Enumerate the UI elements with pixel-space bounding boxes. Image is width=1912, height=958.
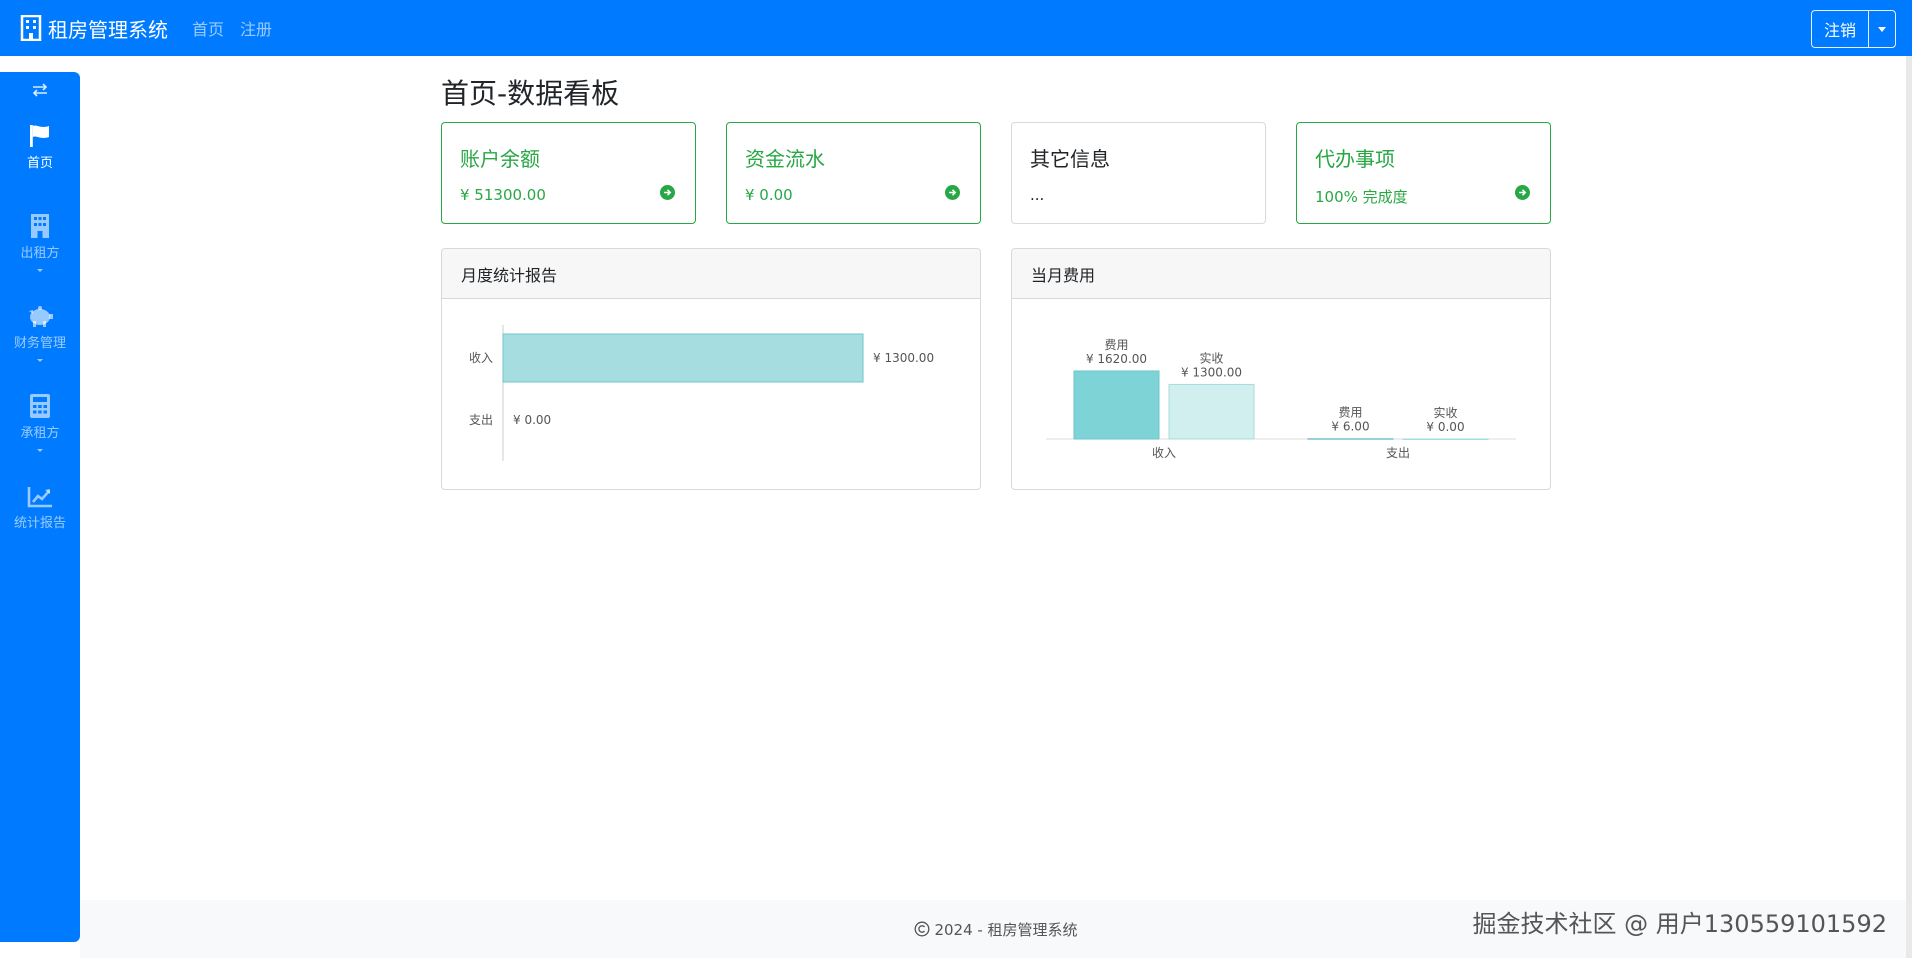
- copyright-icon: [914, 921, 930, 937]
- card-title: 账户余额: [460, 147, 540, 171]
- card-value: ...: [1030, 186, 1045, 204]
- card-todo: 代办事项 100% 完成度: [1296, 122, 1551, 224]
- card-value: 100% 完成度: [1315, 188, 1408, 206]
- monthly-report-panel: 月度统计报告 收入 ¥ 1300.00 支出 ¥ 0.00: [441, 248, 981, 490]
- arrow-right-circle-icon[interactable]: [1515, 185, 1530, 200]
- bar: [1402, 438, 1489, 440]
- building-icon: [20, 15, 42, 41]
- data-label: ¥ 0.00: [513, 413, 551, 427]
- watermark: 掘金技术社区 @ 用户130559101592: [1472, 910, 1888, 938]
- bar: [1168, 383, 1255, 440]
- sidebar-item-tenant[interactable]: 承租方: [0, 380, 80, 470]
- flag-icon: [28, 122, 52, 148]
- card-account-balance: 账户余额 ¥ 51300.00: [441, 122, 696, 224]
- category-label: 支出: [469, 413, 493, 427]
- data-label: ¥ 1620.00: [1086, 352, 1147, 366]
- category-label: 收入: [1152, 446, 1176, 460]
- card-value: ¥ 51300.00: [460, 186, 546, 204]
- chart-line-icon: [27, 482, 53, 508]
- bar: [1307, 438, 1394, 440]
- brand[interactable]: 租房管理系统: [20, 14, 168, 43]
- chevron-down-icon: [1878, 26, 1886, 32]
- logout-button[interactable]: 注销: [1812, 11, 1869, 47]
- nav-link-register[interactable]: 注册: [240, 16, 272, 40]
- chevron-down-icon: [37, 269, 43, 272]
- sidebar-item-label: 财务管理: [13, 336, 66, 351]
- card-cash-flow: 资金流水 ¥ 0.00: [726, 122, 981, 224]
- category-label: 收入: [469, 351, 493, 365]
- sidebar-item-label: 出租方: [20, 246, 60, 261]
- logout-button-group: 注销: [1810, 10, 1896, 48]
- data-label: 费用: [1104, 338, 1128, 352]
- panel-header: 当月费用: [1012, 249, 1550, 299]
- category-label: 支出: [1386, 446, 1410, 460]
- sidebar-item-statistics[interactable]: 统计报告: [0, 470, 80, 560]
- sidebar-item-label: 统计报告: [13, 516, 66, 531]
- sidebar-item-finance[interactable]: 财务管理: [0, 290, 80, 380]
- brand-title: 租房管理系统: [48, 17, 168, 42]
- data-label: ¥ 1300.00: [1181, 365, 1242, 379]
- data-label: ¥ 0.00: [1426, 420, 1464, 434]
- current-month-cost-panel: 当月费用 费用 ¥ 1620.00 实收 ¥ 1300.00 收入 费用 ¥ 6.00 实收 ¥…: [1011, 248, 1551, 490]
- card-title: 其它信息: [1030, 147, 1110, 171]
- chevron-down-icon: [37, 359, 43, 362]
- data-label: ¥ 1300.00: [873, 351, 934, 365]
- arrow-right-circle-icon[interactable]: [660, 185, 675, 200]
- data-label: ¥ 6.00: [1331, 420, 1369, 434]
- sidebar-toggle-button[interactable]: [0, 72, 80, 110]
- arrow-right-circle-icon[interactable]: [945, 185, 960, 200]
- sidebar: 首页 出租方 财务管理 承租方 统计报告: [0, 72, 80, 942]
- piggy-bank-icon: [26, 302, 54, 328]
- dropdown-toggle-button[interactable]: [1869, 11, 1895, 47]
- data-label: 实收: [1433, 405, 1457, 420]
- sidebar-item-landlord[interactable]: 出租方: [0, 200, 80, 290]
- card-title: 代办事项: [1315, 147, 1395, 171]
- panel-header: 月度统计报告: [442, 249, 980, 299]
- chevron-down-icon: [37, 449, 43, 452]
- top-navbar: 租房管理系统 首页 注册 注销: [0, 0, 1912, 56]
- card-other-info: 其它信息 ...: [1011, 122, 1266, 224]
- bar: [1073, 370, 1160, 440]
- page-title: 首页-数据看板: [441, 77, 620, 110]
- sidebar-item-label: 首页: [26, 156, 53, 171]
- card-value: ¥ 0.00: [745, 186, 793, 204]
- calculator-icon: [30, 392, 50, 418]
- card-title: 资金流水: [745, 147, 825, 171]
- scrollbar[interactable]: [1906, 56, 1912, 958]
- sidebar-item-home[interactable]: 首页: [0, 110, 80, 200]
- current-month-cost-chart: 费用¥ 1620.00 实收¥ 1300.00收入费用¥ 6.00实收¥ 0.00…: [1046, 338, 1516, 460]
- building-icon: [30, 212, 50, 238]
- sidebar-item-label: 承租方: [20, 426, 60, 441]
- monthly-report-chart: 收入 ¥ 1300.00 支出 ¥ 0.00: [469, 325, 934, 461]
- data-label: 实收: [1199, 350, 1223, 365]
- footer-text: 2024 - 租房管理系统: [934, 920, 1078, 939]
- swap-arrows-icon: [31, 82, 49, 101]
- bar: [502, 333, 864, 383]
- nav-link-home[interactable]: 首页: [192, 16, 224, 40]
- data-label: 费用: [1338, 406, 1362, 420]
